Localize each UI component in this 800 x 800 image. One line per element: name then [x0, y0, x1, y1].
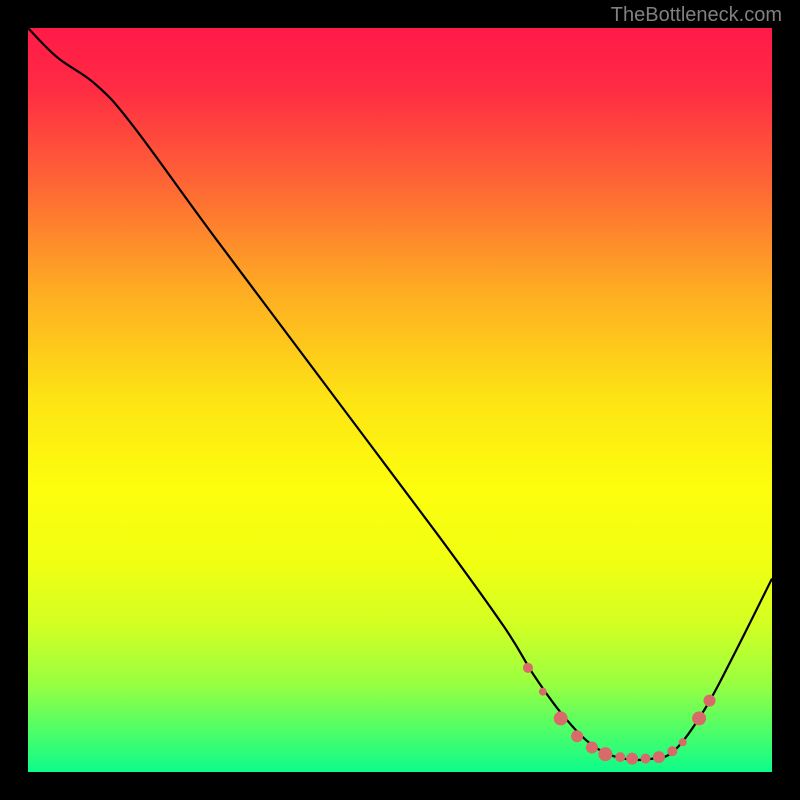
marker-dot — [679, 738, 687, 746]
chart-background — [28, 28, 772, 772]
marker-dot — [626, 753, 638, 765]
marker-dot — [641, 754, 651, 764]
marker-dot — [704, 695, 716, 707]
marker-dot — [615, 752, 625, 762]
marker-dot — [692, 711, 706, 725]
watermark-text: TheBottleneck.com — [611, 4, 782, 27]
plot-area — [28, 28, 772, 772]
marker-dot — [539, 688, 547, 696]
marker-dot — [586, 741, 598, 753]
chart-svg — [28, 28, 772, 772]
marker-dot — [571, 730, 583, 742]
marker-dot — [667, 746, 677, 756]
marker-dot — [523, 663, 533, 673]
marker-dot — [554, 711, 568, 725]
marker-dot — [653, 751, 665, 763]
marker-dot — [598, 747, 612, 761]
